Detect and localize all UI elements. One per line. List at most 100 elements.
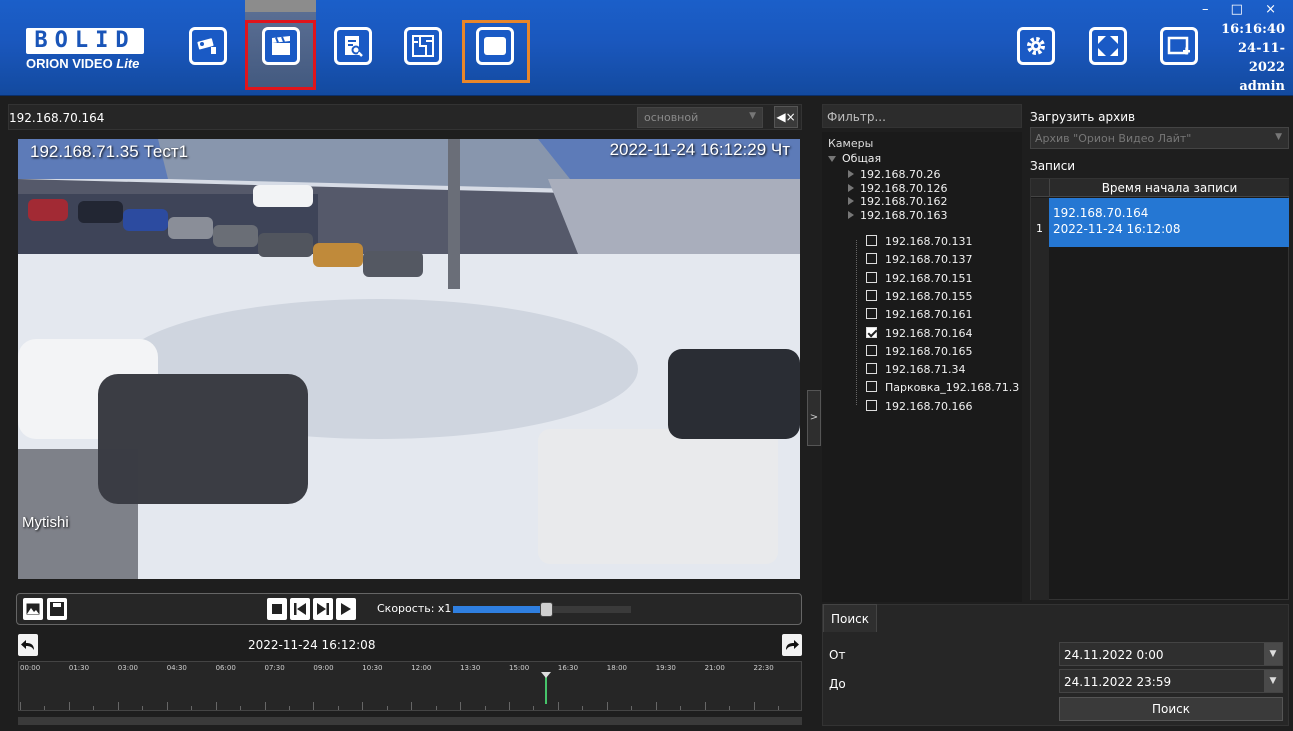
camera-checkbox[interactable]	[866, 308, 877, 320]
tree-group[interactable]: Общая	[828, 152, 881, 165]
timeline-tick	[655, 702, 657, 710]
player-camera-ip: 192.168.70.164	[9, 111, 105, 125]
camera-tree-header: Камеры	[828, 137, 874, 150]
panel-splitter[interactable]: >	[807, 390, 821, 446]
tree-node[interactable]: 192.168.70.126	[848, 182, 947, 195]
clock-time: 16:16:40	[1221, 22, 1285, 37]
camera-checkbox[interactable]	[866, 289, 877, 301]
camera-list-item[interactable]: 192.168.70.165	[866, 344, 972, 358]
settings-icon[interactable]	[1017, 27, 1055, 65]
camera-list-item[interactable]: Парковка_192.168.71.3	[866, 381, 1019, 394]
timeline-tick	[44, 706, 46, 710]
camera-list-item[interactable]: 192.168.70.131	[866, 235, 972, 248]
highlight-red-box	[245, 20, 316, 90]
timeline-label: 15:00	[509, 664, 530, 672]
camera-list-item[interactable]: 192.168.70.151	[866, 271, 972, 285]
app-logo: BOLID ORION VIDEO Lite	[26, 28, 144, 71]
add-window-icon[interactable]	[1160, 27, 1198, 65]
table-row[interactable]: 192.168.70.164 2022-11-24 16:12:08	[1049, 198, 1289, 247]
camera-list-item[interactable]: 192.168.70.161	[866, 308, 972, 321]
playback-controls: Скорость: x1	[16, 593, 802, 625]
fullscreen-icon[interactable]	[1089, 27, 1127, 65]
camera-checkbox[interactable]	[866, 344, 877, 356]
forward-arrow-icon[interactable]	[782, 634, 802, 656]
timeline-tick	[191, 706, 193, 710]
timeline-tick	[631, 706, 633, 710]
expand-right-icon	[848, 170, 854, 178]
mute-icon[interactable]: ◀×	[774, 106, 798, 128]
chevron-down-icon: ▼	[749, 111, 756, 121]
timeline-tick	[411, 702, 413, 710]
camera-icon[interactable]	[189, 27, 227, 65]
load-archive-label: Загрузить архив	[1030, 110, 1136, 124]
camera-checkbox[interactable]	[866, 399, 877, 411]
tree-node[interactable]: 192.168.70.163	[848, 209, 947, 222]
column-header-start-time[interactable]: Время начала записи	[1049, 179, 1289, 197]
tab-search[interactable]: Поиск	[823, 604, 877, 632]
back-arrow-icon[interactable]	[18, 634, 38, 656]
search-button[interactable]: Поиск	[1059, 697, 1283, 721]
tree-group-label: Общая	[842, 152, 882, 165]
document-search-icon[interactable]	[334, 27, 372, 65]
camera-list-item[interactable]: 192.168.70.137	[866, 253, 972, 266]
timeline-tick	[337, 706, 339, 710]
tree-node[interactable]: 192.168.70.26	[848, 168, 940, 181]
tree-node-label: 192.168.70.162	[860, 195, 948, 208]
tree-node-label: 192.168.70.126	[860, 181, 948, 195]
stream-select[interactable]: основной ▼	[637, 107, 763, 128]
to-datetime-value: 24.11.2022 23:59	[1064, 675, 1172, 689]
camera-checkbox[interactable]	[866, 381, 877, 393]
from-datetime-field[interactable]: 24.11.2022 0:00 ▼	[1059, 642, 1283, 666]
tree-guide-line	[856, 240, 857, 405]
play-icon[interactable]	[336, 598, 356, 620]
camera-checkbox[interactable]	[866, 363, 877, 375]
logo-subtitle: ORION VIDEO Lite	[26, 56, 144, 71]
window-controls[interactable]: – □ ×	[1202, 2, 1285, 17]
tree-node[interactable]: 192.168.70.162	[848, 195, 947, 208]
camera-checkbox[interactable]	[866, 235, 877, 246]
step-forward-icon[interactable]	[313, 598, 333, 620]
camera-label: 192.168.70.131	[885, 235, 973, 248]
logo-bolid: BOLID	[26, 28, 144, 54]
tree-node-label: 192.168.70.163	[860, 208, 948, 222]
osd-datetime: 2022-11-24 16:12:29 Чт	[609, 140, 790, 159]
timeline-tick	[386, 706, 388, 710]
step-back-icon[interactable]	[290, 598, 310, 620]
video-image	[18, 139, 800, 579]
stop-icon[interactable]	[267, 598, 287, 620]
timeline[interactable]: 00:00 01:30 03:00 04:30 06:00 07:30 09:00 10:30…	[18, 661, 802, 711]
to-label: До	[829, 677, 846, 691]
timeline-tick	[93, 706, 95, 710]
chevron-down-icon[interactable]: ▼	[1264, 643, 1282, 665]
speed-slider[interactable]	[453, 602, 631, 617]
tree-node-label: 192.168.70.26	[860, 168, 941, 181]
chevron-down-icon[interactable]: ▼	[1264, 670, 1282, 692]
timeline-tick	[729, 706, 731, 710]
timeline-scrollbar[interactable]	[18, 717, 802, 725]
camera-label: 192.168.70.161	[885, 308, 973, 322]
timeline-tick	[460, 702, 462, 710]
camera-checkbox[interactable]	[866, 271, 877, 283]
video-frame[interactable]: 192.168.71.35 Тест1 2022-11-24 16:12:29 …	[18, 139, 800, 579]
snapshot-icon[interactable]	[23, 598, 43, 620]
speed-slider-handle[interactable]	[540, 602, 553, 617]
camera-checkbox[interactable]	[866, 326, 877, 338]
camera-list-item[interactable]: 192.168.71.34	[866, 363, 965, 376]
camera-list-item[interactable]: 192.168.70.166	[866, 399, 972, 413]
highlight-orange-box	[462, 20, 530, 83]
to-datetime-field[interactable]: 24.11.2022 23:59 ▼	[1059, 669, 1283, 693]
player-panel: 192.168.70.164 основной ▼ ◀× 192.168.71.…	[8, 104, 802, 727]
camera-list-item[interactable]: 192.168.70.164	[866, 326, 972, 340]
timeline-label: 22:30	[753, 664, 774, 672]
timeline-nav: 2022-11-24 16:12:08	[18, 634, 802, 658]
timeline-cursor[interactable]	[541, 672, 551, 704]
camera-filter-input[interactable]: Фильтр...	[822, 104, 1022, 128]
camera-list-item[interactable]: 192.168.70.155	[866, 289, 972, 303]
timeline-label: 09:00	[313, 664, 334, 672]
timeline-tick	[68, 702, 70, 710]
save-icon[interactable]	[47, 598, 67, 620]
archive-select[interactable]: Архив "Орион Видео Лайт" ▼	[1030, 127, 1289, 149]
floor-plan-icon[interactable]	[404, 27, 442, 65]
camera-checkbox[interactable]	[866, 253, 877, 265]
timeline-label: 06:00	[215, 664, 236, 672]
